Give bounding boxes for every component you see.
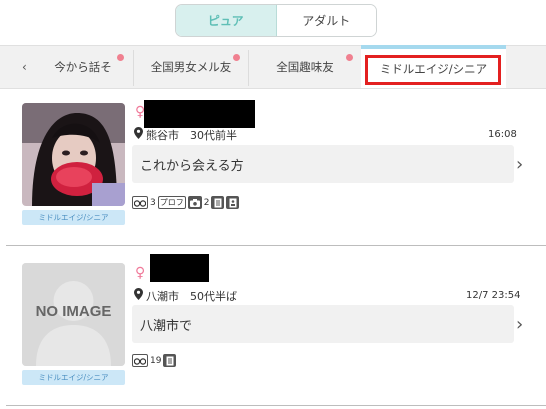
post-time: 16:08 (488, 129, 517, 140)
id-card-icon (226, 196, 240, 209)
binoculars-icon (132, 196, 148, 209)
row-divider (6, 405, 546, 406)
board-type-toggle: ピュア アダルト (175, 4, 377, 37)
tab-nationwide-mail-friends[interactable]: 全国男女メル友 (134, 46, 248, 88)
unread-dot (117, 54, 124, 61)
post-stats: 3 プロフ 2 (132, 196, 240, 209)
document-icon (163, 354, 177, 367)
toggle-pure[interactable]: ピュア (176, 5, 277, 36)
post-stats: 19 (132, 354, 177, 367)
female-icon: ♀ (135, 265, 146, 281)
message-preview[interactable]: 八潮市で (132, 305, 514, 343)
tab-label: 全国男女メル友 (150, 60, 232, 74)
chevron-left-icon[interactable]: ‹ (22, 60, 27, 74)
message-text: これから会える方 (140, 158, 244, 174)
chevron-right-icon[interactable]: › (516, 154, 523, 175)
document-icon (211, 196, 225, 209)
category-badge: ミドルエイジ/シニア (22, 370, 125, 385)
tab-label: 全国趣味友 (276, 60, 334, 74)
row-divider (6, 245, 546, 246)
profile-photo-icon (22, 103, 125, 206)
binoculars-icon (132, 354, 148, 367)
avatar[interactable] (22, 103, 125, 206)
tab-label: 今から話そ (54, 60, 112, 74)
camera-icon (187, 196, 202, 209)
highlight-box (365, 55, 501, 85)
tab-nationwide-hobby-friends[interactable]: 全国趣味友 (249, 46, 361, 88)
location-pin-icon (134, 127, 143, 142)
tab-now-talk[interactable]: 今から話そ (34, 46, 132, 88)
message-preview[interactable]: これから会える方 (132, 145, 514, 183)
age-range: 50代半ば (190, 290, 237, 303)
location-city: 熊谷市 (146, 129, 179, 142)
view-count: 3 (150, 197, 156, 208)
location-pin-icon (134, 288, 143, 303)
avatar[interactable]: NO IMAGE (22, 263, 125, 366)
chevron-right-icon[interactable]: › (516, 314, 523, 335)
photo-count: 2 (203, 197, 210, 208)
redacted-username (144, 100, 255, 128)
category-badge: ミドルエイジ/シニア (22, 210, 125, 225)
message-text: 八潮市で (140, 318, 193, 334)
unread-dot (346, 54, 353, 61)
age-range: 30代前半 (190, 129, 237, 142)
profile-tag: プロフ (157, 196, 186, 209)
unread-dot (233, 54, 240, 61)
view-count: 19 (150, 355, 162, 366)
toggle-adult[interactable]: アダルト (276, 5, 376, 36)
redacted-username (150, 254, 209, 282)
post-time: 12/7 23:54 (466, 290, 521, 301)
no-image-label: NO IMAGE (35, 303, 112, 320)
location-city: 八潮市 (146, 290, 179, 303)
